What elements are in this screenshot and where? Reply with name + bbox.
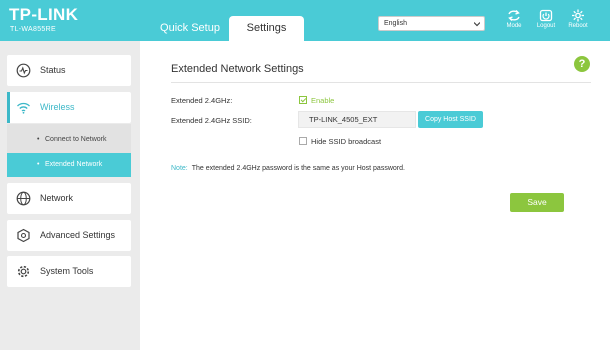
ssid-label: Extended 2.4GHz SSID: bbox=[171, 116, 252, 125]
wireless-icon bbox=[17, 102, 30, 114]
logout-button[interactable]: Logout bbox=[531, 9, 561, 29]
brand-logo: TP-LINK bbox=[9, 5, 79, 24]
sidebar-item-label: System Tools bbox=[40, 266, 94, 276]
hide-ssid-label: Hide SSID broadcast bbox=[311, 137, 382, 146]
save-button[interactable]: Save bbox=[510, 193, 564, 212]
active-indicator bbox=[7, 92, 10, 123]
copy-host-ssid-button[interactable]: Copy Host SSID bbox=[418, 111, 483, 128]
advanced-settings-icon bbox=[17, 228, 30, 243]
enable-label: Enable bbox=[311, 96, 335, 105]
sidebar-item-status[interactable]: Status bbox=[7, 55, 131, 86]
language-select[interactable]: English bbox=[378, 16, 485, 31]
header-bar: TP-LINK TL-WA855RE Quick Setup Settings … bbox=[0, 0, 610, 41]
tab-quick-setup[interactable]: Quick Setup bbox=[150, 16, 230, 41]
note-message: The extended 2.4GHz password is the same… bbox=[191, 165, 405, 172]
title-divider bbox=[171, 82, 591, 83]
mode-label: Mode bbox=[506, 23, 522, 29]
subitem-extended-network[interactable]: Extended Network bbox=[7, 153, 131, 177]
mode-icon bbox=[508, 10, 520, 21]
sidebar-item-advanced-settings[interactable]: Advanced Settings bbox=[7, 220, 131, 251]
subitem-label: Extended Network bbox=[45, 161, 103, 168]
subitem-label: Connect to Network bbox=[45, 136, 107, 143]
sidebar-item-network[interactable]: Network bbox=[7, 183, 131, 214]
status-icon bbox=[16, 63, 31, 78]
reboot-label: Reboot bbox=[568, 23, 588, 29]
sidebar-item-label: Wireless bbox=[40, 102, 75, 112]
chevron-down-icon bbox=[474, 22, 480, 27]
note-label: Note: bbox=[171, 165, 188, 172]
sidebar-item-wireless[interactable]: Wireless bbox=[7, 92, 131, 123]
sidebar-item-label: Advanced Settings bbox=[40, 230, 116, 240]
reboot-icon bbox=[572, 9, 584, 22]
language-selected-value: English bbox=[384, 20, 407, 27]
help-icon[interactable]: ? bbox=[574, 56, 590, 72]
logout-label: Logout bbox=[536, 23, 556, 29]
ssid-input[interactable]: TP-LINK_4505_EXT bbox=[298, 111, 416, 128]
reboot-button[interactable]: Reboot bbox=[563, 9, 593, 29]
hide-ssid-checkbox[interactable] bbox=[299, 137, 307, 145]
logout-icon bbox=[539, 9, 553, 22]
enable-checkbox[interactable] bbox=[299, 96, 307, 104]
network-icon bbox=[16, 191, 31, 206]
note-text: Note: The extended 2.4GHz password is the… bbox=[171, 165, 405, 172]
system-tools-icon bbox=[17, 265, 30, 278]
sidebar-item-label: Status bbox=[40, 65, 66, 75]
extended-24ghz-label: Extended 2.4GHz: bbox=[171, 96, 233, 105]
tab-settings[interactable]: Settings bbox=[229, 16, 304, 41]
page-title: Extended Network Settings bbox=[171, 63, 304, 75]
subitem-connect-to-network[interactable]: Connect to Network bbox=[7, 128, 131, 152]
model-name: TL-WA855RE bbox=[10, 26, 56, 33]
mode-button[interactable]: Mode bbox=[499, 9, 529, 29]
sidebar-item-system-tools[interactable]: System Tools bbox=[7, 256, 131, 287]
sidebar-item-label: Network bbox=[40, 193, 74, 203]
